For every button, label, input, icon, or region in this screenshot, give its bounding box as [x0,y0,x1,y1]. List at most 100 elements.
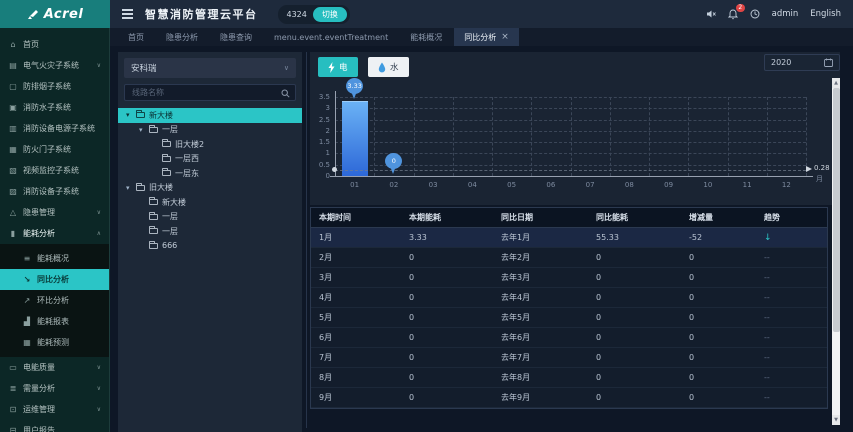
table-row[interactable]: 9月 0 去年9月 0 0 -- [311,388,827,408]
data-cell: 0 [596,313,602,322]
scroll-down-arrow-icon[interactable]: ▼ [832,415,840,425]
sidebar-subitem-label: 环比分析 [37,296,69,305]
tree-node[interactable]: ▾ 新大楼 [118,108,302,123]
table-row[interactable]: 7月 0 去年7月 0 0 -- [311,348,827,368]
tree-node[interactable]: 旧大楼2 [118,137,302,152]
tree-node-label: 一层西 [175,154,199,164]
trend-cell: -- [764,333,770,342]
data-cell: 0 [689,333,695,342]
data-cell: -52 [689,233,703,242]
data-cell: 0 [596,293,602,302]
sidebar-item[interactable]: ⌂ 首页 [0,34,109,55]
sidebar-item[interactable]: ⊡ 运维管理 ∨ [0,399,109,420]
data-cell: 6月 [319,333,333,342]
tab-3[interactable]: 隐患查询 [210,28,262,46]
mute-icon[interactable] [706,9,716,19]
sidebar-subitem[interactable]: ▦ 能耗预测 [0,332,109,353]
tree-node-label: 666 [162,241,178,251]
y-axis-tick: 0 [325,172,330,180]
fire-water-icon: ▣ [9,102,17,112]
vertical-scrollbar[interactable]: ▲ ▼ [832,78,840,425]
sidebar-item[interactable]: ≣ 需量分析 ∨ [0,378,109,399]
tree-node[interactable]: ▾ 旧大楼 [118,181,302,196]
scroll-up-arrow-icon[interactable]: ▲ [832,78,840,88]
tree-node[interactable]: 一层 [118,210,302,225]
project-switcher[interactable]: 4324 切换 [277,4,350,24]
x-axis-tick: 08 [624,181,634,189]
language-switcher[interactable]: English [810,9,841,19]
table-row[interactable]: 3月 0 去年3月 0 0 -- [311,268,827,288]
folder-icon [149,211,158,220]
y-axis-tick: 2.5 [318,115,330,124]
notification-bell-icon[interactable]: 2 [727,3,745,20]
table-row[interactable]: 6月 0 去年6月 0 0 -- [311,328,827,348]
tab-close-icon[interactable]: × [501,32,509,42]
brand-logo[interactable]: Acrel [0,0,110,28]
tab-4[interactable]: menu.event.eventTreatment [264,28,398,46]
trend-cell: -- [764,253,770,262]
sidebar-item[interactable]: ▮ 能耗分析 ∧ [0,223,109,244]
sidebar-item[interactable]: ▨ 消防设备子系统 [0,181,109,202]
value-pin: 0 [385,153,403,176]
data-cell: 去年6月 [501,333,531,342]
table-row[interactable]: 4月 0 去年4月 0 0 -- [311,288,827,308]
data-cell: 0 [409,393,415,402]
tab-label: 能耗概况 [410,32,443,42]
user-menu[interactable]: admin [772,9,799,19]
sidebar-item[interactable]: ▤ 电气火灾子系统 ∨ [0,55,109,76]
caret-down-icon[interactable]: ▾ [126,111,135,119]
tree-node[interactable]: 一层东 [118,166,302,181]
caret-down-icon[interactable]: ▾ [126,184,135,192]
project-select[interactable]: 安科瑞 ∨ [124,58,296,78]
sidebar-item[interactable]: ⊟ 用户报告 [0,420,109,432]
table-row[interactable]: 2月 0 去年2月 0 0 -- [311,248,827,268]
table-header-row: 本期时间 本期能耗 同比日期 同比能耗 增减量 趋势 [311,207,827,228]
sidebar-subitem[interactable]: ≡ 能耗概况 [0,248,109,269]
chevron-down-icon: ∨ [96,385,101,392]
sidebar-item[interactable]: △ 隐患管理 ∨ [0,202,109,223]
switch-button[interactable]: 切换 [312,6,347,22]
tab-5[interactable]: 能耗概况 [400,28,452,46]
table-row[interactable]: 8月 0 去年8月 0 0 -- [311,368,827,388]
search-icon[interactable] [281,83,290,102]
menu-collapse-icon[interactable] [122,9,133,19]
home-icon: ⌂ [10,39,16,49]
sidebar-subitem[interactable]: ▟ 能耗报表 [0,311,109,332]
tree-node[interactable]: 新大楼 [118,195,302,210]
data-cell: 去年8月 [501,373,531,382]
table-row[interactable]: 5月 0 去年5月 0 0 -- [311,308,827,328]
data-cell: 去年1月 [501,233,531,242]
search-input[interactable] [130,87,281,98]
caret-down-icon[interactable]: ▾ [139,126,148,134]
v-gridline [806,97,807,176]
sidebar-item[interactable]: ▥ 消防设备电源子系统 [0,118,109,139]
tree-node[interactable]: 一层 [118,224,302,239]
tree-node[interactable]: ▾ 一层 [118,123,302,138]
sidebar-item[interactable]: ▢ 防排烟子系统 [0,76,109,97]
sidebar-item[interactable]: ▭ 电能质量 ∨ [0,357,109,378]
x-axis-line [330,176,813,177]
tree-node[interactable]: 666 [118,239,302,254]
data-cell: 0 [409,333,415,342]
app-title: 智慧消防管理云平台 [145,8,258,21]
sidebar-subitem[interactable]: ↗ 环比分析 [0,290,109,311]
sidebar-item[interactable]: ▦ 防火门子系统 [0,139,109,160]
scrollbar-thumb[interactable] [832,88,840,332]
data-cell: 5月 [319,313,333,322]
tab-2[interactable]: 隐患分析 [156,28,208,46]
tab-6[interactable]: 同比分析 × [454,28,519,46]
table-row[interactable]: 1月 3.33 去年1月 55.33 -52 ↓ [311,228,827,248]
sidebar-item[interactable]: ▧ 视频监控子系统 [0,160,109,181]
sidebar: ⌂ 首页 ▤ 电气火灾子系统 ∨ ▢ 防排烟子系统 ▣ 消防水子系统 ▥ 消防设备电源子系统 ▦ 防火门… [0,28,110,432]
sidebar-item-label: 用户报告 [23,426,55,432]
sidebar-subitem[interactable]: ↘ 同比分析 [0,269,109,290]
tab-1[interactable]: 首页 [118,28,154,46]
clock-icon[interactable] [750,9,760,19]
x-axis-tick: 09 [664,181,674,189]
trend-cell: -- [764,273,770,282]
sidebar-item-label: 隐患管理 [23,208,55,217]
sidebar-item[interactable]: ▣ 消防水子系统 [0,97,109,118]
sidebar-item-label: 首页 [23,40,39,49]
chart-panel: 电 水 2020 3.5 3 2.5 2 1.5 1 0.5 0 01 02 03 04 05 06 07 0… [310,52,840,205]
tree-node[interactable]: 一层西 [118,152,302,167]
